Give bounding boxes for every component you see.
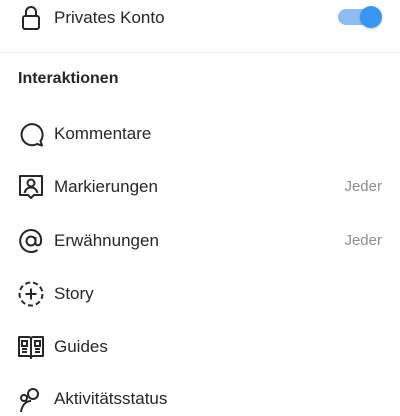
- story-add-icon: [16, 279, 46, 309]
- private-account-row[interactable]: Privates Konto: [0, 0, 400, 36]
- guides-book-icon: [16, 332, 46, 362]
- menu-item-label: Aktivitätsstatus: [54, 389, 168, 408]
- toggle-knob: [360, 6, 382, 28]
- menu-item-tags[interactable]: Markierungen Jeder: [0, 171, 400, 203]
- menu-item-guides[interactable]: Guides: [0, 331, 400, 363]
- menu-item-label: Story: [54, 284, 94, 303]
- section-divider: [0, 52, 400, 53]
- menu-item-story[interactable]: Story: [0, 278, 400, 310]
- comment-icon: [16, 119, 46, 149]
- menu-item-comments[interactable]: Kommentare: [0, 118, 400, 150]
- menu-item-mentions[interactable]: Erwähnungen Jeder: [0, 225, 400, 257]
- tags-value: Jeder: [344, 178, 382, 195]
- menu-item-label: Erwähnungen: [54, 231, 159, 250]
- tag-person-icon: [16, 172, 46, 202]
- mention-icon: [16, 226, 46, 256]
- private-account-toggle[interactable]: [338, 6, 382, 28]
- activity-status-icon: [16, 385, 46, 415]
- private-account-label: Privates Konto: [54, 8, 165, 27]
- lock-icon: [16, 3, 46, 33]
- menu-item-label: Guides: [54, 337, 108, 356]
- mentions-value: Jeder: [344, 232, 382, 249]
- menu-item-label: Kommentare: [54, 124, 152, 143]
- menu-item-label: Markierungen: [54, 177, 158, 196]
- interactions-section-title: Interaktionen: [18, 70, 119, 87]
- menu-item-activity-status[interactable]: Aktivitätsstatus: [0, 384, 400, 416]
